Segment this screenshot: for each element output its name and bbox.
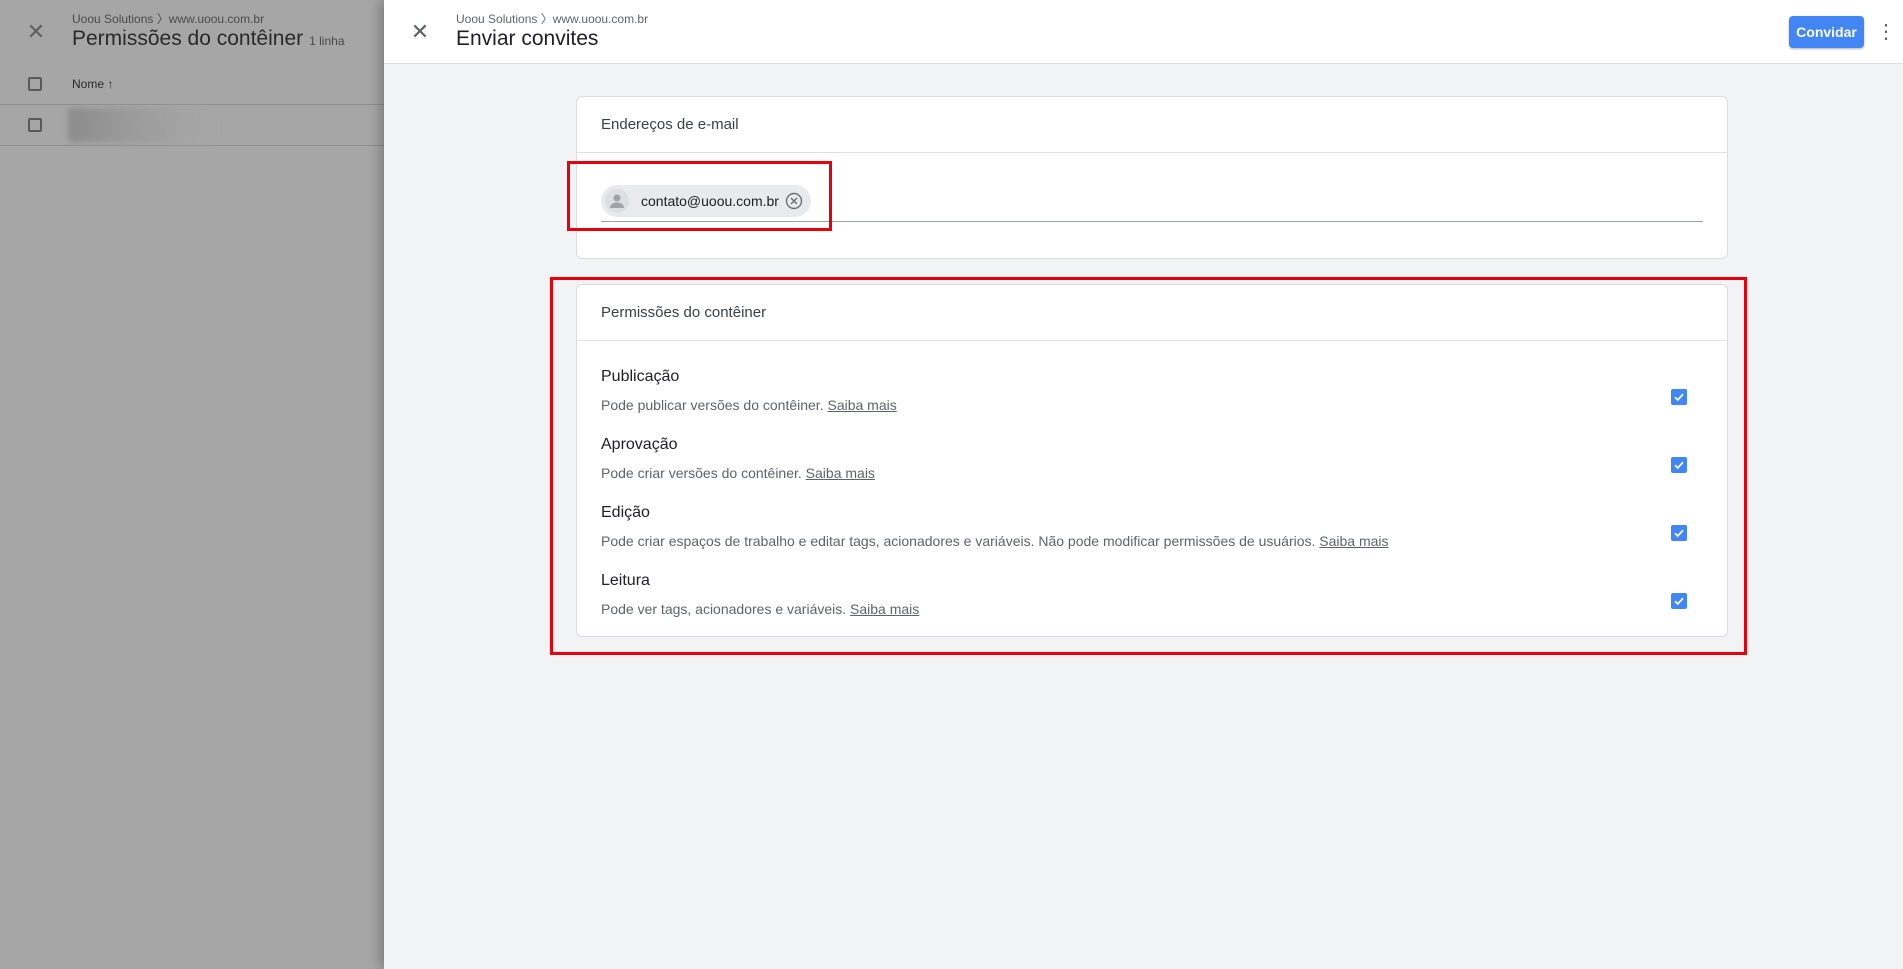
background-select-all-checkbox[interactable] [28,77,42,91]
background-header: ✕ Uoou Solutions 〉www.uoou.com.br Permis… [0,0,384,64]
background-row-count: 1 linha [309,34,345,48]
background-breadcrumb: Uoou Solutions 〉www.uoou.com.br [72,12,265,26]
background-close-icon[interactable]: ✕ [24,20,48,44]
invite-button[interactable]: Convidar [1789,16,1864,48]
more-vert-icon[interactable]: ⋮ [1876,20,1896,44]
background-row-checkbox[interactable] [28,118,42,132]
breadcrumb: Uoou Solutions 〉www.uoou.com.br [456,12,649,26]
background-column-name[interactable]: Nome ↑ [72,77,113,91]
highlight-box-email [567,161,832,231]
redacted-user-name [68,108,216,142]
background-table-header: Nome ↑ [0,64,384,105]
background-page-title: Permissões do contêiner 1 linha [72,27,345,51]
highlight-box-permissions [550,277,1747,655]
panel-header: ✕ Uoou Solutions 〉www.uoou.com.br Enviar… [384,0,1903,64]
background-table-row [0,105,384,146]
page-title: Enviar convites [456,27,599,50]
background-title-text: Permissões do contêiner [72,27,304,50]
close-icon[interactable]: ✕ [408,20,432,44]
email-section-heading: Endereços de e-mail [577,97,1727,153]
